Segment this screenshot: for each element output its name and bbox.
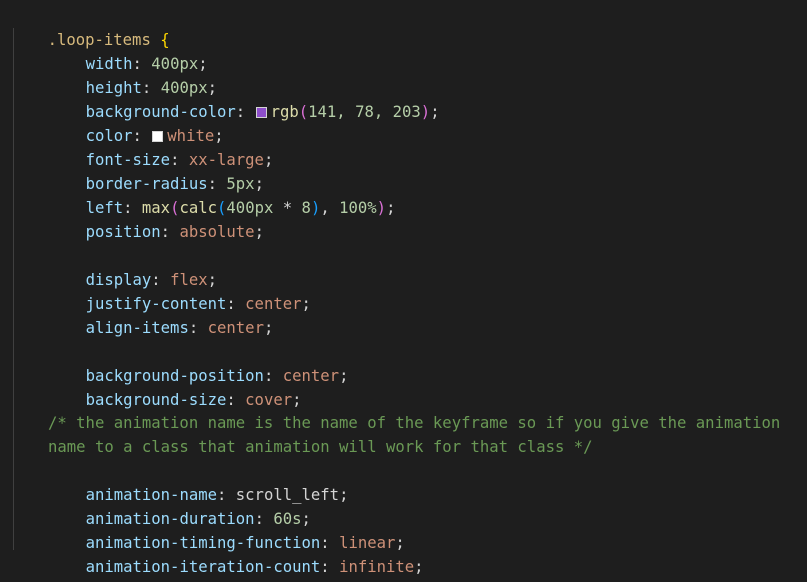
operator: * <box>282 199 293 217</box>
function-name: rgb <box>270 103 299 121</box>
code-line-background-size: background-size: cover; <box>85 391 302 409</box>
property-value: infinite <box>339 558 415 576</box>
property-name: align-items <box>85 319 189 337</box>
function-arg: 100% <box>339 199 377 217</box>
code-line-font-size: font-size: xx-large; <box>85 151 274 169</box>
code-line-height: height: 400px; <box>85 79 218 97</box>
function-arg: 8 <box>301 199 311 217</box>
property-name: background-size <box>85 391 227 409</box>
code-line-animation-duration: animation-duration: 60s; <box>85 510 311 528</box>
function-args: 141, 78, 203 <box>308 103 421 121</box>
property-value: absolute <box>179 223 255 241</box>
code-line-border-radius: border-radius: 5px; <box>85 175 264 193</box>
code-line-left: left: max(calc(400px * 8), 100%); <box>85 199 396 217</box>
code-line-animation-name: animation-name: scroll_left; <box>85 486 349 504</box>
code-line-selector: .loop-items { <box>10 4 170 49</box>
property-value: cover <box>245 391 293 409</box>
code-line-background-color: background-color: rgb(141, 78, 203); <box>85 103 440 121</box>
code-line-background-position: background-position: center; <box>85 367 349 385</box>
code-line-align-items: align-items: center; <box>85 319 274 337</box>
code-line-position: position: absolute; <box>85 223 264 241</box>
code-editor[interactable]: .loop-items { width: 400px; height: 400p… <box>0 0 807 582</box>
code-line-width: width: 400px; <box>85 55 208 73</box>
property-name: position <box>85 223 161 241</box>
property-name: animation-iteration-count <box>85 558 321 576</box>
code-line-close: } <box>10 555 57 579</box>
code-comment-line: /* the animation name is the name of the… <box>48 414 781 432</box>
code-line-animation-timing-function: animation-timing-function: linear; <box>85 534 405 552</box>
code-line-justify-content: justify-content: center; <box>85 295 311 313</box>
code-comment-line: name to a class that animation will work… <box>48 438 593 456</box>
code-line-display: display: flex; <box>85 271 218 289</box>
code-line-animation-iteration-count: animation-iteration-count: infinite; <box>85 558 424 576</box>
property-value: center <box>207 319 264 337</box>
code-line-color: color: white; <box>85 127 224 145</box>
color-swatch-icon[interactable] <box>255 107 267 118</box>
indent-guide <box>13 28 14 550</box>
